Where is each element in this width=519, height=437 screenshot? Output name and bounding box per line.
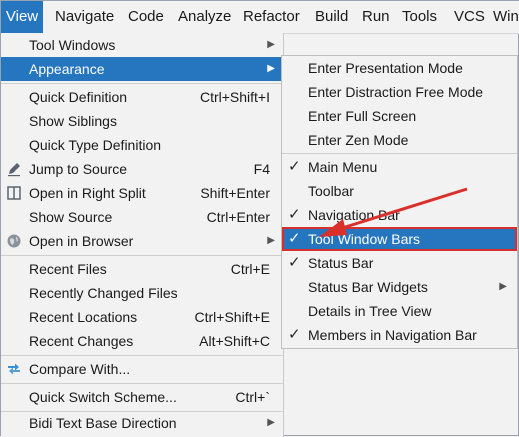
main-menubar: View Navigate Code Analyze Refactor Buil… bbox=[1, 1, 519, 34]
menu-separator bbox=[1, 255, 283, 256]
menu-separator bbox=[1, 83, 283, 84]
menu-item-open-in-right-split[interactable]: Open in Right Split Shift+Enter bbox=[1, 181, 283, 205]
submenu-item-main-menu[interactable]: ✓ Main Menu bbox=[282, 155, 517, 179]
checkmark-icon: ✓ bbox=[288, 254, 301, 271]
checkmark-icon: ✓ bbox=[288, 158, 301, 175]
menu-item-label: Quick Type Definition bbox=[29, 137, 162, 153]
checkmark-icon: ✓ bbox=[288, 230, 301, 247]
appearance-submenu: Enter Presentation Mode Enter Distractio… bbox=[281, 55, 518, 349]
menu-item-label: Navigation Bar bbox=[308, 207, 400, 223]
submenu-item-navigation-bar[interactable]: ✓ Navigation Bar bbox=[282, 203, 517, 227]
menu-item-label: Main Menu bbox=[308, 159, 378, 175]
menu-item-bidi-text-base-direction[interactable]: Bidi Text Base Direction ▶ bbox=[1, 411, 283, 435]
menu-item-label: Jump to Source bbox=[29, 161, 128, 177]
shortcut-label: Ctrl+E bbox=[230, 261, 270, 277]
menu-item-label: Tool Windows bbox=[29, 37, 116, 53]
submenu-item-status-bar[interactable]: ✓ Status Bar bbox=[282, 251, 517, 275]
menu-item-label: Recently Changed Files bbox=[29, 285, 178, 301]
menubar-view[interactable]: View bbox=[1, 1, 43, 33]
compare-arrows-icon bbox=[8, 363, 20, 375]
menu-item-label: Recent Changes bbox=[29, 333, 134, 349]
menubar-run[interactable]: Run bbox=[362, 1, 390, 33]
submenu-item-members-in-navigation-bar[interactable]: ✓ Members in Navigation Bar bbox=[282, 323, 517, 347]
submenu-arrow-icon: ▶ bbox=[267, 235, 275, 246]
menu-item-label: Status Bar bbox=[308, 255, 374, 271]
checkmark-icon: ✓ bbox=[288, 206, 301, 223]
menu-item-label: Recent Files bbox=[29, 261, 107, 277]
shortcut-label: Alt+Shift+C bbox=[199, 333, 270, 349]
submenu-arrow-icon: ▶ bbox=[499, 281, 507, 292]
menu-item-tool-windows[interactable]: Tool Windows ▶ bbox=[1, 33, 283, 57]
menu-item-compare-with[interactable]: Compare With... bbox=[1, 357, 283, 381]
submenu-item-enter-zen-mode[interactable]: Enter Zen Mode bbox=[282, 128, 517, 152]
menu-item-recently-changed-files[interactable]: Recently Changed Files bbox=[1, 281, 283, 305]
menu-item-label: Recent Locations bbox=[29, 309, 138, 325]
menu-item-label: Quick Definition bbox=[29, 89, 128, 105]
shortcut-label: Shift+Enter bbox=[200, 185, 270, 201]
menu-item-label: Members in Navigation Bar bbox=[308, 327, 477, 343]
menu-item-label: Enter Zen Mode bbox=[308, 132, 409, 148]
shortcut-label: Ctrl+Shift+I bbox=[199, 89, 270, 105]
submenu-item-status-bar-widgets[interactable]: Status Bar Widgets ▶ bbox=[282, 275, 517, 299]
menu-item-show-source[interactable]: Show Source Ctrl+Enter bbox=[1, 205, 283, 229]
menu-item-recent-locations[interactable]: Recent Locations Ctrl+Shift+E bbox=[1, 305, 283, 329]
pencil-icon bbox=[8, 163, 20, 177]
menubar-navigate[interactable]: Navigate bbox=[55, 1, 114, 33]
menu-item-label: Enter Distraction Free Mode bbox=[308, 84, 484, 100]
menubar-code[interactable]: Code bbox=[128, 1, 164, 33]
submenu-item-enter-distraction-free-mode[interactable]: Enter Distraction Free Mode bbox=[282, 80, 517, 104]
menubar-analyze[interactable]: Analyze bbox=[178, 1, 231, 33]
menu-item-label: Tool Window Bars bbox=[308, 231, 421, 247]
menu-item-label: Quick Switch Scheme... bbox=[29, 389, 177, 405]
menubar-build[interactable]: Build bbox=[315, 1, 348, 33]
menu-item-show-siblings[interactable]: Show Siblings bbox=[1, 109, 283, 133]
menu-item-label: Bidi Text Base Direction bbox=[29, 415, 177, 431]
menubar-window[interactable]: Win bbox=[493, 1, 519, 33]
menu-separator bbox=[1, 355, 283, 356]
menu-item-label: Show Source bbox=[29, 209, 113, 225]
submenu-arrow-icon: ▶ bbox=[267, 63, 275, 74]
menu-item-recent-changes[interactable]: Recent Changes Alt+Shift+C bbox=[1, 329, 283, 353]
shortcut-label: Ctrl+` bbox=[235, 389, 270, 405]
checkmark-icon: ✓ bbox=[288, 326, 301, 343]
menu-separator bbox=[282, 153, 517, 154]
menu-item-recent-files[interactable]: Recent Files Ctrl+E bbox=[1, 257, 283, 281]
menu-item-label: Appearance bbox=[29, 61, 105, 77]
menu-item-label: Open in Browser bbox=[29, 233, 134, 249]
globe-icon bbox=[7, 234, 21, 248]
view-menu: Tool Windows ▶ Appearance ▶ Quick Defini… bbox=[1, 33, 284, 437]
menu-item-label: Show Siblings bbox=[29, 113, 117, 129]
submenu-item-tool-window-bars[interactable]: ✓ Tool Window Bars bbox=[282, 227, 517, 251]
menu-item-label: Enter Full Screen bbox=[308, 108, 417, 124]
submenu-item-toolbar[interactable]: Toolbar bbox=[282, 179, 517, 203]
menu-item-quick-switch-scheme[interactable]: Quick Switch Scheme... Ctrl+` bbox=[1, 385, 283, 409]
menu-item-label: Details in Tree View bbox=[308, 303, 432, 319]
submenu-arrow-icon: ▶ bbox=[267, 39, 275, 50]
shortcut-label: Ctrl+Shift+E bbox=[194, 309, 270, 325]
menubar-tools[interactable]: Tools bbox=[402, 1, 437, 33]
menubar-refactor[interactable]: Refactor bbox=[243, 1, 300, 33]
submenu-item-details-in-tree-view[interactable]: Details in Tree View bbox=[282, 299, 517, 323]
menu-item-label: Enter Presentation Mode bbox=[308, 60, 463, 76]
menu-item-label: Open in Right Split bbox=[29, 185, 146, 201]
shortcut-label: F4 bbox=[253, 161, 270, 177]
submenu-arrow-icon: ▶ bbox=[267, 417, 275, 428]
split-window-icon bbox=[7, 186, 21, 200]
submenu-item-enter-full-screen[interactable]: Enter Full Screen bbox=[282, 104, 517, 128]
submenu-item-enter-presentation-mode[interactable]: Enter Presentation Mode bbox=[282, 56, 517, 80]
menu-item-label: Compare With... bbox=[29, 361, 131, 377]
menu-item-label: Status Bar Widgets bbox=[308, 279, 428, 295]
menu-item-quick-type-definition[interactable]: Quick Type Definition bbox=[1, 133, 283, 157]
menubar-vcs[interactable]: VCS bbox=[454, 1, 485, 33]
shortcut-label: Ctrl+Enter bbox=[206, 209, 270, 225]
menu-item-open-in-browser[interactable]: Open in Browser ▶ bbox=[1, 229, 283, 253]
menu-separator bbox=[1, 383, 283, 384]
menu-item-jump-to-source[interactable]: Jump to Source F4 bbox=[1, 157, 283, 181]
menu-item-appearance[interactable]: Appearance ▶ bbox=[1, 57, 283, 81]
menu-item-quick-definition[interactable]: Quick Definition Ctrl+Shift+I bbox=[1, 85, 283, 109]
menu-item-label: Toolbar bbox=[308, 183, 354, 199]
